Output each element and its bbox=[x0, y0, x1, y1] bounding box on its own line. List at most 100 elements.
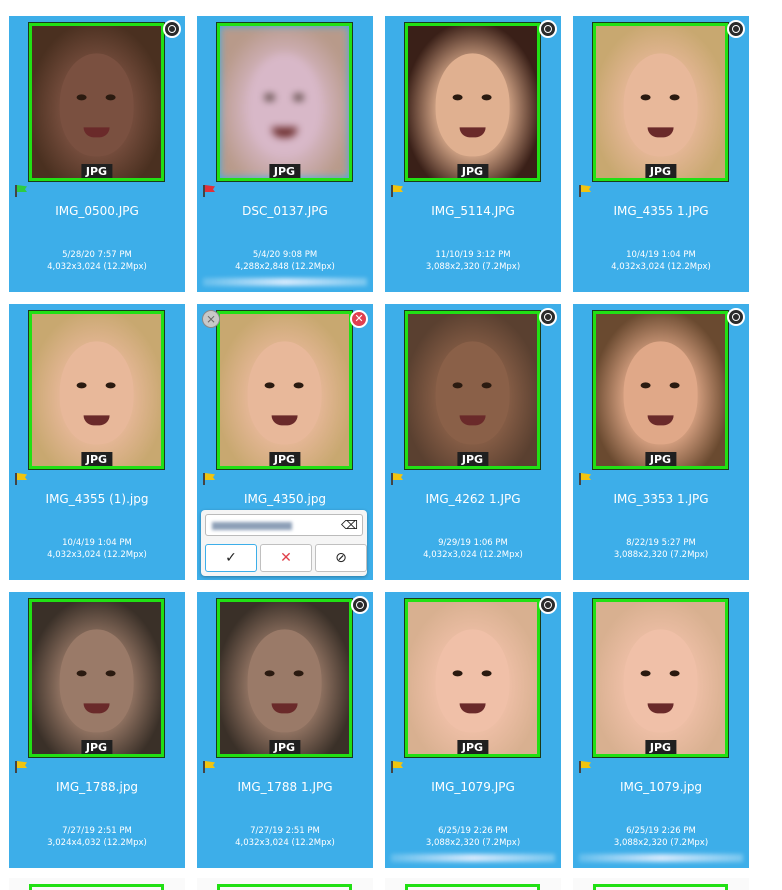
eye-mark bbox=[641, 382, 652, 389]
thumbnail-image bbox=[29, 884, 164, 890]
thumbnail-image[interactable]: JPG bbox=[592, 598, 729, 758]
globe-icon[interactable] bbox=[539, 308, 557, 326]
format-badge: JPG bbox=[456, 164, 489, 178]
flag-icon[interactable] bbox=[579, 473, 591, 485]
thumbnail-tile[interactable]: JPG IMG_1079.JPG 6/25/19 2:26 PM 3,088x2,32… bbox=[385, 592, 561, 868]
thumbnail-tile[interactable]: JPG IMG_4355 1.JPG 10/4/19 1:04 PM 4,032x3,… bbox=[573, 16, 749, 292]
thumbnail-tile[interactable]: JPG IMG_0500.JPG 5/28/20 7:57 PM 4,032x3,02… bbox=[9, 16, 185, 292]
deselect-icon[interactable]: ⨯ bbox=[202, 310, 220, 328]
format-badge: JPG bbox=[644, 740, 677, 754]
flag-icon[interactable] bbox=[203, 761, 215, 773]
thumbnail-tile[interactable]: JPG IMG_4350.jpg ⨯ ✕ ⌫ ✓ ✕ ⊘ bbox=[197, 304, 373, 580]
clear-icon[interactable]: ⌫ bbox=[341, 519, 358, 531]
thumbnail-tile[interactable]: JPG IMG_3353 1.JPG 8/22/19 5:27 PM 3,088x2,… bbox=[573, 304, 749, 580]
format-badge: JPG bbox=[644, 452, 677, 466]
flag-pole bbox=[579, 761, 581, 773]
flag-cloth bbox=[17, 185, 27, 192]
dimensions-label: 3,088x2,320 (7.2Mpx) bbox=[613, 838, 709, 848]
format-badge: JPG bbox=[80, 452, 113, 466]
flag-icon[interactable] bbox=[391, 185, 403, 197]
face-region bbox=[435, 53, 510, 157]
flag-pole bbox=[203, 185, 205, 197]
flag-cloth bbox=[205, 473, 215, 480]
remove-icon[interactable]: ✕ bbox=[350, 310, 368, 328]
thumbnail-image[interactable]: JPG bbox=[28, 22, 165, 182]
date-label: 7/27/19 2:51 PM bbox=[250, 826, 320, 836]
dimensions-label: 4,032x3,024 (12.2Mpx) bbox=[423, 550, 523, 560]
name-input[interactable]: ⌫ bbox=[205, 514, 363, 536]
flag-icon[interactable] bbox=[579, 185, 591, 197]
thumbnail-tile-partial[interactable] bbox=[9, 878, 185, 890]
thumbnail-tile-partial[interactable] bbox=[573, 878, 749, 890]
thumbnail-image bbox=[593, 884, 728, 890]
thumbnail-tile[interactable]: JPG IMG_5114.JPG 11/10/19 3:12 PM 3,088x2,3… bbox=[385, 16, 561, 292]
filename-label: IMG_4262 1.JPG bbox=[425, 492, 521, 506]
globe-icon[interactable] bbox=[163, 20, 181, 38]
filename-label: DSC_0137.JPG bbox=[242, 204, 328, 218]
thumbnail-tile[interactable]: JPG DSC_0137.JPG 5/4/20 9:08 PM 4,288x2,848… bbox=[197, 16, 373, 292]
eye-mark bbox=[105, 382, 116, 389]
thumbnail-image[interactable]: JPG bbox=[28, 598, 165, 758]
thumbnail-tile[interactable]: JPG IMG_1788 1.JPG 7/27/19 2:51 PM 4,032x3,… bbox=[197, 592, 373, 868]
thumbnail-image[interactable]: JPG bbox=[216, 310, 353, 470]
globe-icon[interactable] bbox=[539, 20, 557, 38]
thumbnail-image[interactable]: JPG bbox=[216, 598, 353, 758]
face-region bbox=[247, 629, 322, 733]
globe-icon[interactable] bbox=[351, 596, 369, 614]
photo-preview bbox=[32, 314, 161, 466]
flag-cloth bbox=[205, 761, 215, 768]
dimensions-label: 3,088x2,320 (7.2Mpx) bbox=[425, 262, 521, 272]
flag-pole bbox=[15, 473, 17, 485]
flag-cloth bbox=[581, 473, 591, 480]
format-badge: JPG bbox=[80, 740, 113, 754]
eye-mark bbox=[669, 94, 680, 101]
thumbnail-image[interactable]: JPG bbox=[404, 22, 541, 182]
thumbnail-image[interactable]: JPG bbox=[404, 598, 541, 758]
thumbnail-tile[interactable]: JPG IMG_4355 (1).jpg 10/4/19 1:04 PM 4,032x… bbox=[9, 304, 185, 580]
thumbnail-tile[interactable]: JPG IMG_1079.jpg 6/25/19 2:26 PM 3,088x2,32… bbox=[573, 592, 749, 868]
globe-icon[interactable] bbox=[539, 596, 557, 614]
globe-icon[interactable] bbox=[727, 20, 745, 38]
flag-icon[interactable] bbox=[15, 761, 27, 773]
redacted-text bbox=[579, 854, 743, 862]
photo-preview bbox=[32, 602, 161, 754]
format-badge: JPG bbox=[268, 740, 301, 754]
thumbnail-image[interactable]: JPG bbox=[592, 310, 729, 470]
thumbnail-tile[interactable]: JPG IMG_4262 1.JPG 9/29/19 1:06 PM 4,032x3,… bbox=[385, 304, 561, 580]
face-region bbox=[623, 341, 698, 445]
photo-preview bbox=[220, 314, 349, 466]
reject-button[interactable]: ✕ bbox=[260, 544, 312, 572]
ignore-button[interactable]: ⊘ bbox=[315, 544, 367, 572]
thumbnail-tile-partial[interactable] bbox=[385, 878, 561, 890]
thumbnail-image[interactable]: JPG bbox=[216, 22, 353, 182]
flag-cloth bbox=[393, 185, 403, 192]
photo-preview bbox=[408, 314, 537, 466]
confirm-button[interactable]: ✓ bbox=[205, 544, 257, 572]
eye-mark bbox=[453, 670, 464, 677]
thumbnail-tile-partial[interactable] bbox=[197, 878, 373, 890]
date-label: 8/22/19 5:27 PM bbox=[626, 538, 696, 548]
photo-preview bbox=[408, 602, 537, 754]
thumbnail-image bbox=[217, 884, 352, 890]
eye-mark bbox=[669, 382, 680, 389]
flag-icon[interactable] bbox=[391, 473, 403, 485]
flag-icon[interactable] bbox=[203, 473, 215, 485]
eye-mark bbox=[453, 94, 464, 101]
flag-icon[interactable] bbox=[391, 761, 403, 773]
thumbnail-image[interactable]: JPG bbox=[404, 310, 541, 470]
thumbnail-image[interactable]: JPG bbox=[592, 22, 729, 182]
redacted-text bbox=[391, 854, 555, 862]
flag-icon[interactable] bbox=[15, 185, 27, 197]
thumbnail-image bbox=[405, 884, 540, 890]
flag-icon[interactable] bbox=[15, 473, 27, 485]
globe-icon[interactable] bbox=[727, 308, 745, 326]
photo-preview bbox=[220, 26, 349, 178]
thumbnail-image[interactable]: JPG bbox=[28, 310, 165, 470]
flag-cloth bbox=[581, 185, 591, 192]
flag-icon[interactable] bbox=[203, 185, 215, 197]
eye-mark bbox=[293, 382, 304, 389]
flag-icon[interactable] bbox=[579, 761, 591, 773]
eye-mark bbox=[481, 670, 492, 677]
mouth-mark bbox=[83, 127, 110, 138]
thumbnail-tile[interactable]: JPG IMG_1788.jpg 7/27/19 2:51 PM 3,024x4,03… bbox=[9, 592, 185, 868]
